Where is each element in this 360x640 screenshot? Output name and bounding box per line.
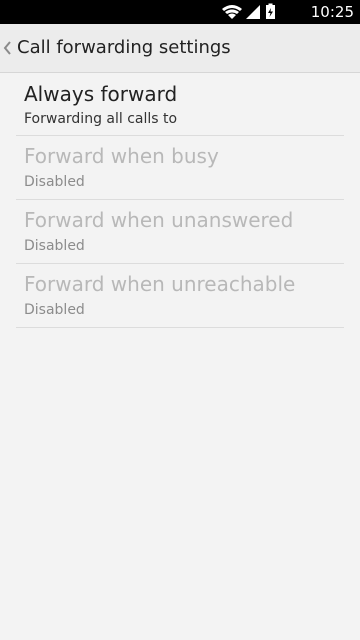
item-summary: Disabled xyxy=(24,302,85,318)
item-title: Forward when busy xyxy=(24,144,219,168)
item-summary: Disabled xyxy=(24,238,85,254)
list-item-forward-when-unanswered: Forward when unanswered Disabled xyxy=(16,200,344,264)
battery-icon xyxy=(266,3,275,19)
action-bar: Call forwarding settings xyxy=(0,24,360,73)
item-title: Always forward xyxy=(24,82,178,106)
item-summary: Disabled xyxy=(24,174,85,190)
chevron-left-icon[interactable] xyxy=(2,38,14,58)
wifi-icon xyxy=(222,5,242,19)
list-item-forward-when-busy: Forward when busy Disabled xyxy=(16,136,344,200)
list-item-always-forward[interactable]: Always forward Forwarding all calls to xyxy=(16,73,344,136)
signal-icon xyxy=(246,5,260,19)
list-item-forward-when-unreachable: Forward when unreachable Disabled xyxy=(16,264,344,328)
status-bar: 10:25 xyxy=(0,0,360,24)
settings-list: Always forward Forwarding all calls to F… xyxy=(0,73,360,328)
item-summary: Forwarding all calls to xyxy=(24,111,178,127)
status-time: 10:25 xyxy=(310,3,354,21)
item-title: Forward when unanswered xyxy=(24,208,294,232)
page-title: Call forwarding settings xyxy=(17,37,231,58)
status-icons xyxy=(222,3,275,19)
item-title: Forward when unreachable xyxy=(24,272,296,296)
